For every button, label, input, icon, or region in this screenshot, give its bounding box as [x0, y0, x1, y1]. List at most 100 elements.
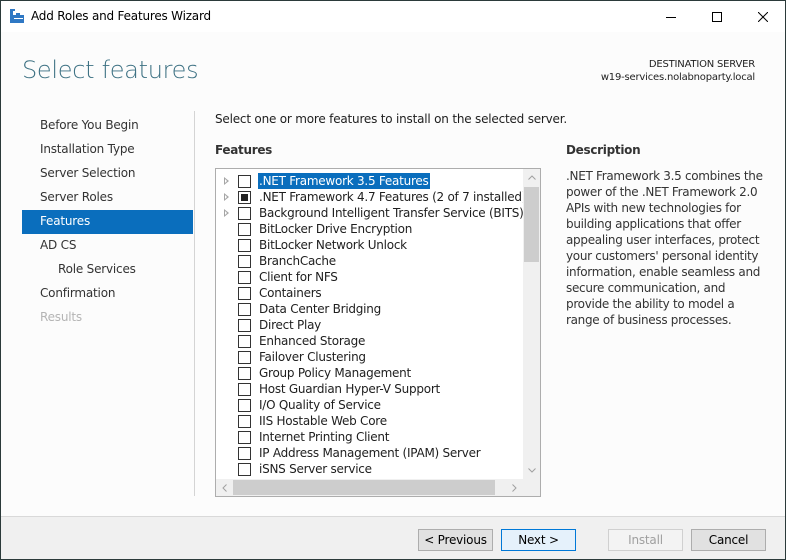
- expand-arrow-icon[interactable]: [224, 209, 229, 217]
- feature-row[interactable]: iSNS Server service: [216, 461, 523, 477]
- feature-label[interactable]: IIS Hostable Web Core: [258, 413, 388, 429]
- feature-checkbox[interactable]: [238, 399, 251, 412]
- nav-item-results: Results: [40, 310, 82, 324]
- scroll-down-button[interactable]: [523, 462, 540, 479]
- features-heading: Features: [215, 143, 273, 157]
- window-title: Add Roles and Features Wizard: [31, 9, 211, 23]
- chevron-left-icon: [222, 483, 227, 492]
- feature-row[interactable]: Client for NFS: [216, 269, 523, 285]
- feature-checkbox[interactable]: [238, 271, 251, 284]
- feature-checkbox[interactable]: [238, 255, 251, 268]
- feature-row[interactable]: Direct Play: [216, 317, 523, 333]
- feature-checkbox[interactable]: [238, 319, 251, 332]
- scroll-up-button[interactable]: [523, 169, 540, 186]
- feature-label[interactable]: BitLocker Network Unlock: [258, 237, 408, 253]
- close-button[interactable]: [740, 1, 786, 32]
- feature-checkbox[interactable]: [238, 431, 251, 444]
- wizard-steps-nav: Before You Begin Installation Type Serve…: [22, 114, 193, 330]
- scroll-right-button[interactable]: [506, 479, 523, 496]
- feature-checkbox[interactable]: [238, 383, 251, 396]
- features-list: .NET Framework 3.5 Features .NET Framewor…: [216, 173, 526, 477]
- vertical-scroll-thumb[interactable]: [524, 187, 539, 262]
- wizard-footer: < Previous Next > Install Cancel: [1, 516, 785, 559]
- feature-checkbox[interactable]: [238, 207, 251, 220]
- feature-checkbox[interactable]: [238, 335, 251, 348]
- feature-label[interactable]: I/O Quality of Service: [258, 397, 382, 413]
- feature-label[interactable]: Failover Clustering: [258, 349, 367, 365]
- previous-button[interactable]: < Previous: [418, 529, 493, 551]
- expand-arrow-icon[interactable]: [224, 193, 229, 201]
- feature-row[interactable]: BitLocker Drive Encryption: [216, 221, 523, 237]
- feature-row[interactable]: IP Address Management (IPAM) Server: [216, 445, 523, 461]
- feature-checkbox[interactable]: [238, 367, 251, 380]
- feature-checkbox[interactable]: [238, 415, 251, 428]
- feature-label[interactable]: Group Policy Management: [258, 365, 412, 381]
- feature-row[interactable]: I/O Quality of Service: [216, 397, 523, 413]
- feature-label[interactable]: BranchCache: [258, 253, 337, 269]
- nav-item-features[interactable]: Features: [22, 210, 193, 234]
- feature-checkbox[interactable]: [238, 447, 251, 460]
- feature-label[interactable]: Enhanced Storage: [258, 333, 366, 349]
- nav-divider: [194, 111, 195, 496]
- maximize-button[interactable]: [694, 1, 740, 32]
- chevron-right-icon: [512, 483, 517, 492]
- feature-row[interactable]: Internet Printing Client: [216, 429, 523, 445]
- feature-label[interactable]: IP Address Management (IPAM) Server: [258, 445, 481, 461]
- nav-item-before-you-begin[interactable]: Before You Begin: [22, 114, 193, 138]
- feature-checkbox[interactable]: [238, 463, 251, 476]
- feature-checkbox[interactable]: [238, 239, 251, 252]
- nav-item-confirmation[interactable]: Confirmation: [22, 282, 193, 306]
- minimize-button[interactable]: [648, 1, 694, 32]
- feature-label[interactable]: .NET Framework 4.7 Features (2 of 7 inst…: [258, 189, 527, 205]
- feature-checkbox[interactable]: [238, 351, 251, 364]
- horizontal-scroll-thumb[interactable]: [233, 480, 495, 495]
- expand-arrow-icon[interactable]: [224, 177, 229, 185]
- feature-label[interactable]: Internet Printing Client: [258, 429, 390, 445]
- feature-row[interactable]: Host Guardian Hyper-V Support: [216, 381, 523, 397]
- nav-item-server-roles[interactable]: Server Roles: [22, 186, 193, 210]
- server-manager-icon: [10, 9, 24, 23]
- feature-row[interactable]: Data Center Bridging: [216, 301, 523, 317]
- nav-item-installation-type[interactable]: Installation Type: [22, 138, 193, 162]
- feature-row[interactable]: .NET Framework 3.5 Features: [216, 173, 523, 189]
- feature-label[interactable]: Direct Play: [258, 317, 322, 333]
- feature-label[interactable]: Background Intelligent Transfer Service …: [258, 205, 525, 221]
- feature-label[interactable]: iSNS Server service: [258, 461, 373, 477]
- instruction-text: Select one or more features to install o…: [215, 112, 567, 126]
- feature-row[interactable]: Background Intelligent Transfer Service …: [216, 205, 525, 221]
- feature-row[interactable]: Enhanced Storage: [216, 333, 523, 349]
- chevron-down-icon: [527, 468, 536, 473]
- nav-item-server-selection[interactable]: Server Selection: [22, 162, 193, 186]
- features-tree[interactable]: .NET Framework 3.5 Features .NET Framewor…: [215, 168, 541, 497]
- maximize-icon: [712, 11, 722, 22]
- feature-label[interactable]: Client for NFS: [258, 269, 339, 285]
- chevron-up-icon: [527, 175, 536, 180]
- feature-row[interactable]: Group Policy Management: [216, 365, 523, 381]
- cancel-button[interactable]: Cancel: [691, 529, 766, 551]
- next-button[interactable]: Next >: [501, 529, 576, 551]
- feature-checkbox[interactable]: [238, 303, 251, 316]
- horizontal-scrollbar[interactable]: [216, 479, 540, 496]
- destination-server-name: w19-services.nolabnoparty.local: [600, 72, 755, 83]
- feature-checkbox[interactable]: [238, 223, 251, 236]
- feature-label[interactable]: Host Guardian Hyper-V Support: [258, 381, 441, 397]
- vertical-scrollbar[interactable]: [523, 169, 540, 479]
- feature-checkbox[interactable]: [238, 287, 251, 300]
- feature-label[interactable]: Containers: [258, 285, 322, 301]
- nav-item-ad-cs[interactable]: AD CS: [22, 234, 193, 258]
- feature-row[interactable]: BranchCache: [216, 253, 523, 269]
- feature-label[interactable]: .NET Framework 3.5 Features: [258, 173, 430, 189]
- destination-server-info: DESTINATION SERVER w19-services.nolabnop…: [601, 58, 755, 84]
- feature-label[interactable]: Data Center Bridging: [258, 301, 382, 317]
- feature-row[interactable]: BitLocker Network Unlock: [216, 237, 523, 253]
- feature-row[interactable]: Failover Clustering: [216, 349, 523, 365]
- feature-checkbox[interactable]: [238, 191, 251, 204]
- feature-row[interactable]: Containers: [216, 285, 523, 301]
- destination-label: DESTINATION SERVER: [648, 59, 755, 70]
- feature-label[interactable]: BitLocker Drive Encryption: [258, 221, 413, 237]
- feature-row[interactable]: .NET Framework 4.7 Features (2 of 7 inst…: [216, 189, 526, 205]
- nav-item-role-services[interactable]: Role Services: [22, 258, 193, 282]
- feature-checkbox[interactable]: [238, 175, 251, 188]
- scroll-left-button[interactable]: [216, 479, 233, 496]
- feature-row[interactable]: IIS Hostable Web Core: [216, 413, 523, 429]
